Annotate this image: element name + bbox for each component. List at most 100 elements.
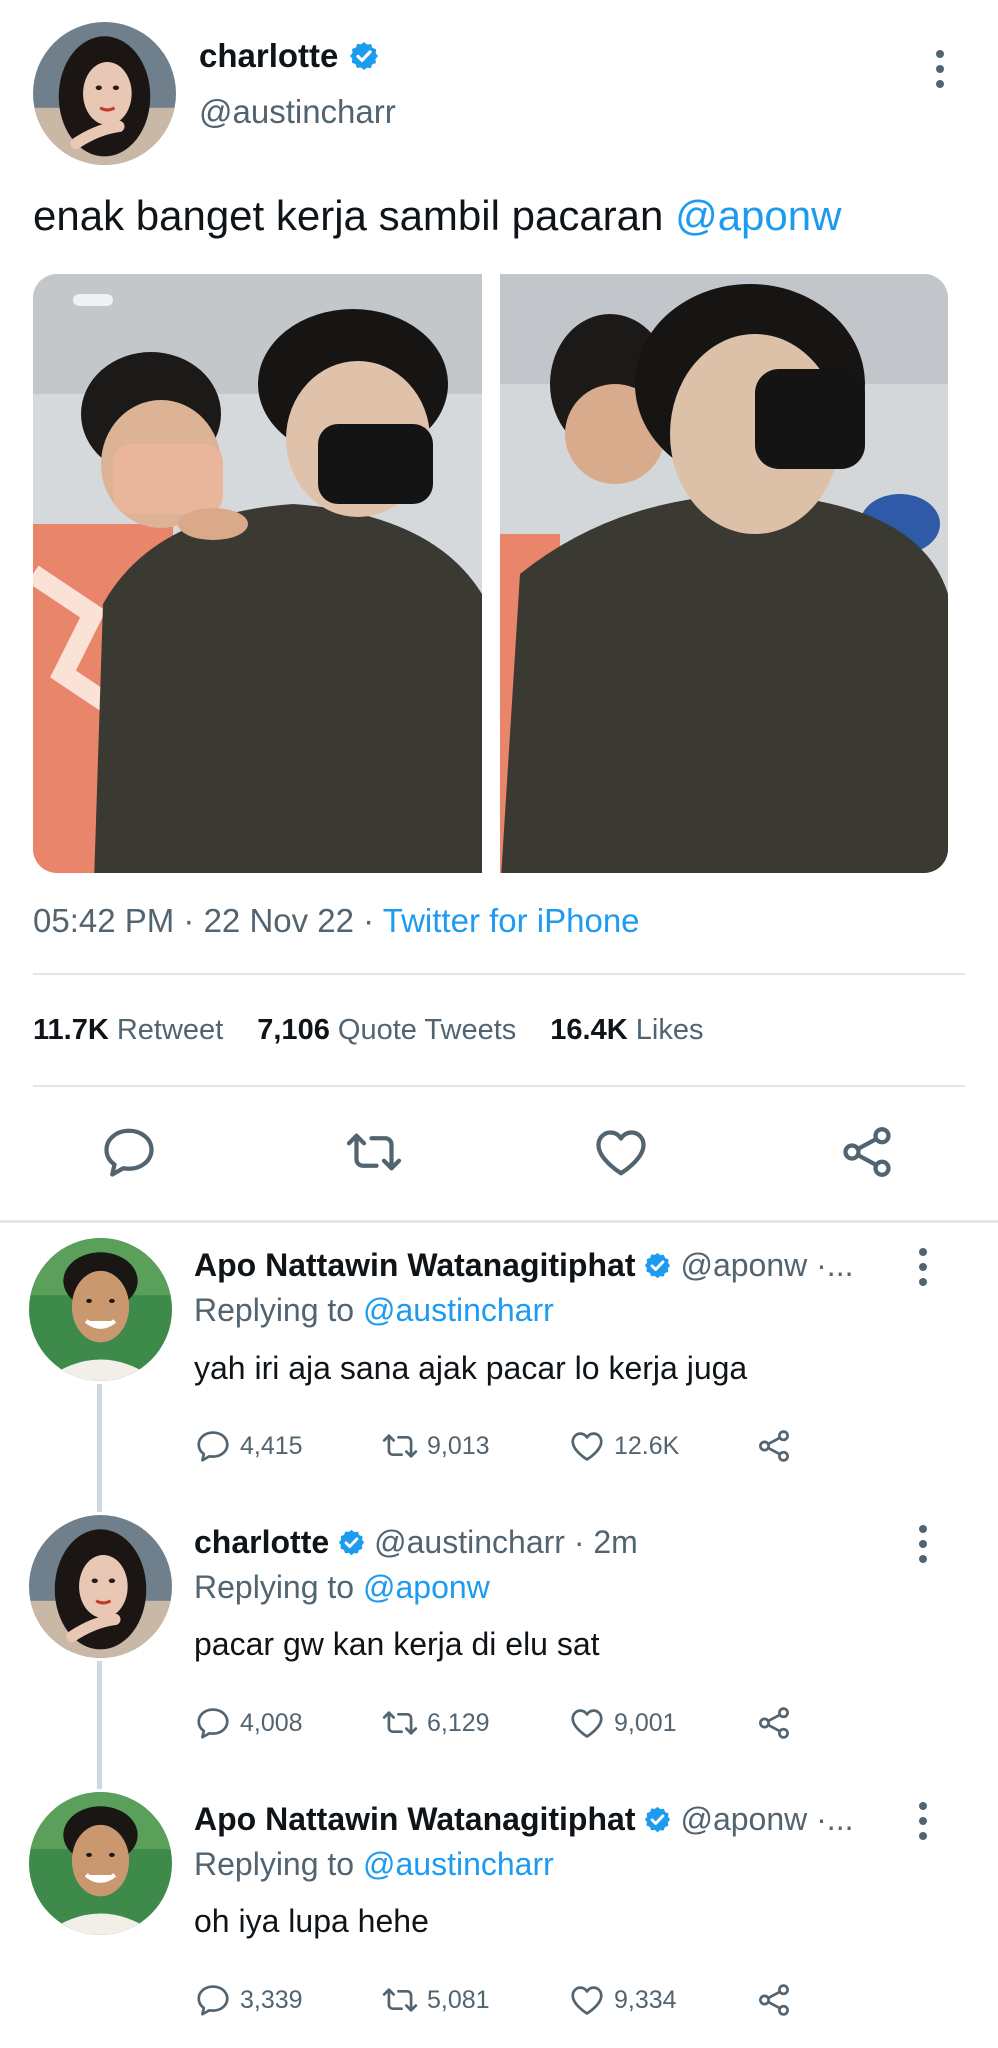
comment-icon xyxy=(99,1122,159,1182)
heart-icon xyxy=(568,1427,606,1465)
likes-count: 16.4K xyxy=(550,1014,628,1046)
avatar-woman-image xyxy=(33,22,176,165)
tweet-body: enak banget kerja sambil pacaran xyxy=(33,192,676,239)
quotes-label: Quote Tweets xyxy=(337,1014,517,1046)
replying-prefix: Replying to xyxy=(194,1846,363,1882)
retweets-count: 11.7K xyxy=(33,1014,109,1046)
reply-author-handle[interactable]: @aponw ·... xyxy=(680,1245,853,1285)
tweet-photo-right[interactable] xyxy=(500,274,948,873)
like-count: 9,334 xyxy=(614,1985,677,2014)
verified-badge-icon xyxy=(643,1805,672,1834)
retweet-icon xyxy=(381,1704,419,1742)
likes-stat[interactable]: 16.4K Likes xyxy=(550,1010,703,1050)
replying-to: Replying to @austincharr xyxy=(194,1844,554,1884)
comment-count: 3,339 xyxy=(240,1985,303,2014)
reply-share-button[interactable] xyxy=(755,1427,793,1465)
reply-avatar[interactable] xyxy=(29,1238,172,1381)
replying-prefix: Replying to xyxy=(194,1569,363,1605)
author-handle[interactable]: @austincharr xyxy=(199,92,396,132)
reply-avatar[interactable] xyxy=(29,1792,172,1935)
reply-avatar[interactable] xyxy=(29,1515,172,1658)
share-icon xyxy=(755,1981,793,2019)
comment-count: 4,415 xyxy=(240,1431,303,1460)
tweet-timestamp: 05:42 PM · 22 Nov 22 · Twitter for iPhon… xyxy=(33,900,640,942)
replying-to: Replying to @aponw xyxy=(194,1567,490,1607)
verified-badge-icon xyxy=(348,40,380,72)
divider xyxy=(33,1085,965,1087)
reply-text: yah iri aja sana ajak pacar lo kerja jug… xyxy=(194,1350,748,1386)
retweets-stat[interactable]: 11.7K Retweet xyxy=(33,1010,223,1050)
tweet-text: enak banget kerja sambil pacaran @aponw xyxy=(33,190,841,242)
reply-author-name[interactable]: Apo Nattawin Watanagitiphat xyxy=(194,1245,635,1285)
more-options-icon[interactable] xyxy=(928,50,952,88)
reply-author[interactable]: Apo Nattawin Watanagitiphat @aponw ·... xyxy=(194,1245,853,1285)
comment-icon xyxy=(194,1981,232,2019)
reply-actions: 4,415 9,013 12.6K xyxy=(194,1427,793,1465)
thread-line xyxy=(97,1384,102,1512)
more-options-icon[interactable] xyxy=(911,1802,935,1840)
reply-comment-button[interactable]: 4,008 xyxy=(194,1704,381,1742)
retweet-button[interactable] xyxy=(344,1122,404,1182)
meta-separator: · xyxy=(174,902,204,939)
replying-prefix: Replying to xyxy=(194,1292,363,1328)
engagement-stats: 11.7K Retweet 7,106 Quote Tweets 16.4K L… xyxy=(33,1010,703,1050)
heart-icon xyxy=(568,1981,606,2019)
verified-badge-icon xyxy=(337,1528,366,1557)
replying-to-link[interactable]: @austincharr xyxy=(363,1846,554,1882)
replying-to: Replying to @austincharr xyxy=(194,1290,554,1330)
share-icon xyxy=(755,1427,793,1465)
tweet-time[interactable]: 05:42 PM xyxy=(33,902,174,939)
retweet-count: 9,013 xyxy=(427,1431,490,1460)
reply-retweet-button[interactable]: 9,013 xyxy=(381,1427,568,1465)
retweet-count: 6,129 xyxy=(427,1708,490,1737)
reply-like-button[interactable]: 12.6K xyxy=(568,1427,755,1465)
comment-count: 4,008 xyxy=(240,1708,303,1737)
replying-to-link[interactable]: @austincharr xyxy=(363,1292,554,1328)
divider xyxy=(0,1220,998,1223)
avatar-woman-image xyxy=(29,1515,172,1658)
tweet-photo-left[interactable] xyxy=(33,274,482,873)
avatar-man-image xyxy=(29,1792,172,1935)
more-options-icon[interactable] xyxy=(911,1248,935,1286)
reply-text: pacar gw kan kerja di elu sat xyxy=(194,1626,600,1662)
thread-line xyxy=(97,1661,102,1789)
tweet-source-link[interactable]: Twitter for iPhone xyxy=(383,902,640,939)
reply-like-button[interactable]: 9,334 xyxy=(568,1981,755,2019)
author-name[interactable]: charlotte xyxy=(199,36,380,76)
reply-author[interactable]: Apo Nattawin Watanagitiphat @aponw ·... xyxy=(194,1799,853,1839)
reply-actions: 4,008 6,129 9,001 xyxy=(194,1704,793,1742)
photo-man-closeup-image xyxy=(500,274,948,873)
reply-comment-button[interactable]: 4,415 xyxy=(194,1427,381,1465)
share-icon xyxy=(837,1122,897,1182)
reply-share-button[interactable] xyxy=(755,1704,793,1742)
author-avatar[interactable] xyxy=(33,22,176,165)
reply-comment-button[interactable]: 3,339 xyxy=(194,1981,381,2019)
like-count: 12.6K xyxy=(614,1431,680,1460)
more-options-icon[interactable] xyxy=(911,1525,935,1563)
reply-actions: 3,339 5,081 9,334 xyxy=(194,1981,793,2019)
retweets-label: Retweet xyxy=(116,1014,224,1046)
author-name-text[interactable]: charlotte xyxy=(199,36,338,76)
replying-to-link[interactable]: @aponw xyxy=(363,1569,490,1605)
share-button[interactable] xyxy=(837,1122,897,1182)
like-count: 9,001 xyxy=(614,1708,677,1737)
reply-button[interactable] xyxy=(99,1122,159,1182)
quotes-count: 7,106 xyxy=(257,1014,330,1046)
reply-like-button[interactable]: 9,001 xyxy=(568,1704,755,1742)
retweet-icon xyxy=(344,1122,404,1182)
reply-retweet-button[interactable]: 5,081 xyxy=(381,1981,568,2019)
tweet-mention-link[interactable]: @aponw xyxy=(675,192,841,239)
heart-icon xyxy=(591,1122,651,1182)
tweet-date[interactable]: 22 Nov 22 xyxy=(204,902,354,939)
reply-author-handle[interactable]: @austincharr · 2m xyxy=(374,1522,638,1562)
like-button[interactable] xyxy=(591,1122,651,1182)
quotes-stat[interactable]: 7,106 Quote Tweets xyxy=(257,1010,516,1050)
divider xyxy=(33,973,965,975)
likes-label: Likes xyxy=(635,1014,704,1046)
reply-author-name[interactable]: charlotte xyxy=(194,1522,329,1562)
reply-author-handle[interactable]: @aponw ·... xyxy=(680,1799,853,1839)
reply-share-button[interactable] xyxy=(755,1981,793,2019)
reply-author-name[interactable]: Apo Nattawin Watanagitiphat xyxy=(194,1799,635,1839)
reply-retweet-button[interactable]: 6,129 xyxy=(381,1704,568,1742)
reply-author[interactable]: charlotte @austincharr · 2m xyxy=(194,1522,638,1562)
